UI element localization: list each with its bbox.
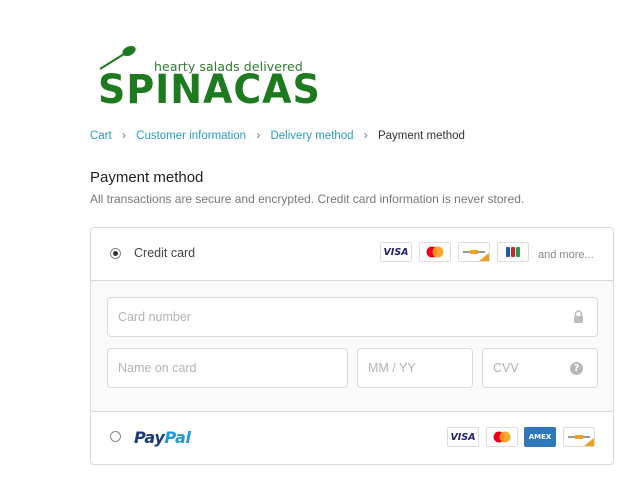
breadcrumb-delivery-method[interactable]: Delivery method [270, 130, 353, 142]
chevron-right-icon: › [121, 128, 126, 142]
credit-card-option[interactable]: Credit card VISA and more... [91, 228, 613, 281]
name-on-card-field[interactable] [107, 348, 348, 388]
expiry-field[interactable] [357, 348, 473, 388]
amex-icon: AMEX [524, 427, 556, 447]
visa-icon-text: VISA [450, 432, 476, 443]
maestro-icon [563, 427, 595, 447]
help-icon[interactable]: ? [570, 362, 583, 375]
visa-icon: VISA [380, 242, 412, 262]
breadcrumb-customer-information[interactable]: Customer information [136, 130, 246, 142]
lock-icon [574, 310, 583, 323]
page-title: Payment method [90, 169, 204, 186]
breadcrumb-cart[interactable]: Cart [90, 130, 112, 142]
brand-logo[interactable]: hearty salads delivered SPINACAS [94, 44, 320, 114]
visa-icon: VISA [447, 427, 479, 447]
mastercard-icon [486, 427, 518, 447]
visa-icon-text: VISA [383, 247, 409, 258]
expiry-input[interactable] [358, 349, 472, 387]
amex-icon-text: AMEX [528, 433, 552, 441]
brand-wordmark: SPINACAS [98, 67, 321, 113]
credit-card-radio[interactable] [110, 248, 121, 259]
mastercard-icon [419, 242, 451, 262]
paypal-option[interactable]: PayPal VISA AMEX [91, 412, 613, 464]
name-on-card-input[interactable] [108, 349, 347, 387]
payment-options: Credit card VISA and more... Card number… [90, 227, 614, 465]
credit-card-label: Credit card [134, 246, 196, 260]
chevron-right-icon: › [256, 128, 261, 142]
card-form: ? [91, 281, 613, 412]
breadcrumb: Cart › Customer information › Delivery m… [90, 128, 465, 142]
chevron-right-icon: › [363, 128, 368, 142]
security-notice: All transactions are secure and encrypte… [90, 192, 525, 206]
maestro-icon [458, 242, 490, 262]
more-cards-text: and more... [538, 249, 594, 261]
cvv-field[interactable]: ? [482, 348, 598, 388]
jcb-icon [497, 242, 529, 262]
paypal-logo: PayPal [134, 428, 191, 447]
paypal-radio[interactable] [110, 431, 121, 442]
card-number-field[interactable] [107, 297, 598, 337]
breadcrumb-payment-method: Payment method [377, 130, 465, 142]
card-number-input[interactable] [108, 298, 597, 336]
